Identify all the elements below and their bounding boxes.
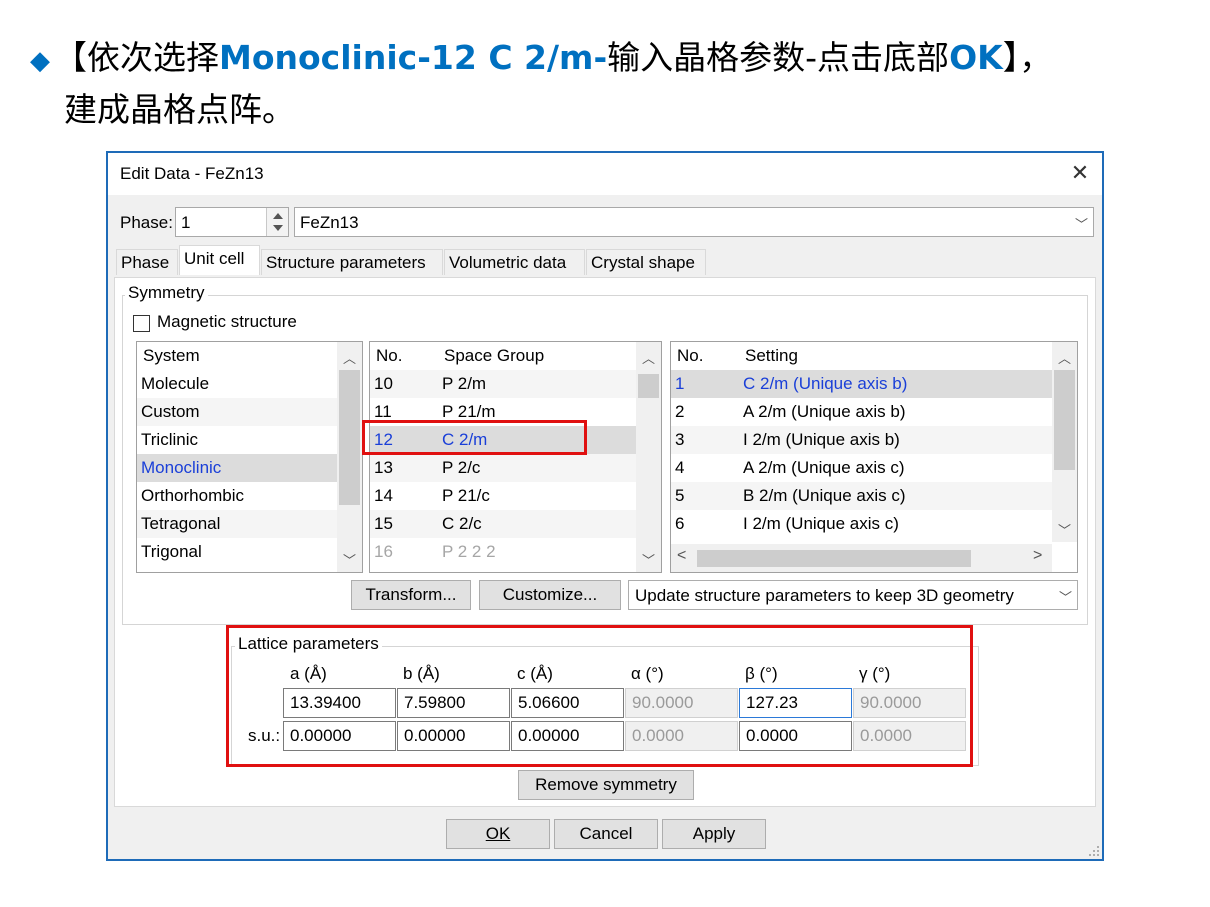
highlight-lattice-parameters: [226, 625, 973, 767]
scroll-right-icon[interactable]: >: [1033, 547, 1042, 565]
table-row[interactable]: 4 A 2/m (Unique axis c): [671, 454, 1052, 482]
close-icon[interactable]: ✕: [1066, 159, 1094, 187]
scroll-up-icon[interactable]: ︿: [1058, 348, 1071, 367]
table-row[interactable]: 3 I 2/m (Unique axis b): [671, 426, 1052, 454]
tab-phase[interactable]: Phase: [116, 249, 178, 275]
setting-list[interactable]: No. Setting 1 C 2/m (Unique axis b) 2 A …: [670, 341, 1078, 573]
table-row[interactable]: 15 C 2/c: [370, 510, 636, 538]
setting-header-name[interactable]: Setting: [745, 342, 945, 370]
tab-structure-parameters[interactable]: Structure parameters: [261, 249, 443, 275]
list-item[interactable]: Molecule: [137, 370, 337, 398]
spin-down-icon[interactable]: [273, 225, 283, 231]
table-row[interactable]: 5 B 2/m (Unique axis c): [671, 482, 1052, 510]
scroll-thumb[interactable]: [339, 370, 360, 505]
slide-heading-line1: ◆ 【依次选择Monoclinic-12 C 2/m-输入晶格参数-点击底部OK】…: [30, 38, 1053, 77]
phase-number-value: 1: [181, 213, 191, 232]
list-item-selected[interactable]: Monoclinic: [137, 454, 337, 482]
resize-grip-icon[interactable]: [1088, 845, 1100, 857]
space-group-list[interactable]: No. Space Group 10 P 2/m 11 P 21/m 12 C …: [369, 341, 662, 573]
transform-button[interactable]: Transform...: [351, 580, 471, 610]
list-item[interactable]: Custom: [137, 398, 337, 426]
scroll-left-icon[interactable]: <: [677, 547, 686, 565]
magnetic-structure-label: Magnetic structure: [157, 312, 297, 331]
table-row[interactable]: 16 P 2 2 2: [370, 538, 636, 566]
slide-heading-line2: 建成晶格点阵。: [64, 90, 295, 129]
scroll-down-icon[interactable]: ﹀: [343, 550, 356, 569]
setting-hscrollbar[interactable]: < >: [671, 544, 1052, 572]
scroll-up-icon[interactable]: ︿: [343, 348, 356, 367]
table-row[interactable]: 13 P 2/c: [370, 454, 636, 482]
symmetry-title: Symmetry: [125, 283, 208, 303]
diamond-bullet-icon: ◆: [30, 46, 50, 76]
hscroll-thumb[interactable]: [697, 550, 971, 567]
highlight-space-group-12: [362, 420, 587, 455]
table-row[interactable]: 10 P 2/m: [370, 370, 636, 398]
tab-unit-cell[interactable]: Unit cell: [179, 245, 260, 275]
phase-label: Phase:: [120, 213, 173, 232]
table-row-selected[interactable]: 1 C 2/m (Unique axis b): [671, 370, 1052, 398]
sg-header-name[interactable]: Space Group: [444, 342, 624, 370]
cancel-button[interactable]: Cancel: [554, 819, 658, 849]
sg-header-no[interactable]: No.: [376, 342, 436, 370]
system-list[interactable]: System Molecule Custom Triclinic Monocli…: [136, 341, 363, 573]
tab-crystal-shape[interactable]: Crystal shape: [586, 249, 706, 275]
remove-symmetry-button[interactable]: Remove symmetry: [518, 770, 694, 800]
table-row[interactable]: 14 P 21/c: [370, 482, 636, 510]
magnetic-structure-checkbox[interactable]: [133, 315, 150, 332]
list-item[interactable]: Tetragonal: [137, 510, 337, 538]
table-row[interactable]: 6 I 2/m (Unique axis c): [671, 510, 1052, 538]
setting-header-no[interactable]: No.: [677, 342, 737, 370]
scroll-down-icon[interactable]: ﹀: [642, 550, 655, 569]
scroll-thumb[interactable]: [1054, 370, 1075, 470]
phase-spinner[interactable]: [266, 208, 288, 236]
chevron-down-icon: ﹀: [1075, 217, 1089, 232]
update-option-value: Update structure parameters to keep 3D g…: [635, 586, 1014, 605]
scroll-down-icon[interactable]: ﹀: [1058, 520, 1071, 539]
list-item[interactable]: Trigonal: [137, 538, 337, 566]
space-group-scrollbar[interactable]: ︿ ﹀: [636, 342, 661, 572]
tab-strip: Phase Unit cell Structure parameters Vol…: [116, 245, 716, 279]
phase-name-value: FeZn13: [300, 213, 359, 232]
scroll-up-icon[interactable]: ︿: [642, 348, 655, 367]
table-row[interactable]: 2 A 2/m (Unique axis b): [671, 398, 1052, 426]
update-option-dropdown[interactable]: Update structure parameters to keep 3D g…: [628, 580, 1078, 610]
customize-button[interactable]: Customize...: [479, 580, 621, 610]
scroll-thumb[interactable]: [638, 374, 659, 398]
tab-volumetric-data[interactable]: Volumetric data: [444, 249, 585, 275]
chevron-down-icon: ﹀: [1059, 590, 1073, 605]
setting-vscrollbar[interactable]: ︿ ﹀: [1052, 342, 1077, 542]
system-list-header[interactable]: System: [137, 342, 337, 370]
phase-number-spinbox[interactable]: 1: [175, 207, 289, 237]
title-bar: Edit Data - FeZn13 ✕: [108, 153, 1102, 195]
ok-button[interactable]: OK: [446, 819, 550, 849]
apply-button[interactable]: Apply: [662, 819, 766, 849]
spin-up-icon[interactable]: [273, 213, 283, 219]
phase-name-combo[interactable]: FeZn13 ﹀: [294, 207, 1094, 237]
dialog-title: Edit Data - FeZn13: [120, 164, 264, 183]
list-item[interactable]: Orthorhombic: [137, 482, 337, 510]
list-item[interactable]: Triclinic: [137, 426, 337, 454]
system-scrollbar[interactable]: ︿ ﹀: [337, 342, 362, 572]
